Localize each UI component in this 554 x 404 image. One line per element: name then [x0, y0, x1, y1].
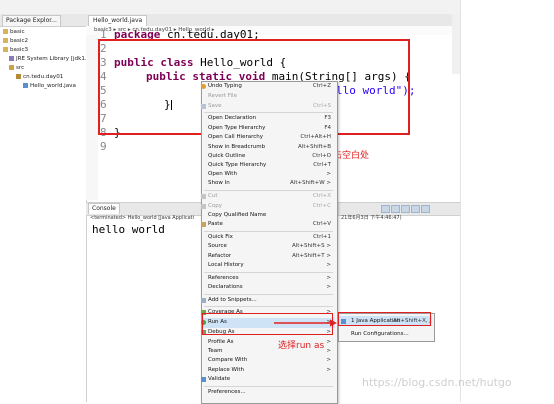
menu-item-paste[interactable]: Paste Ctrl+V — [201, 220, 335, 230]
console-tool-icon[interactable] — [421, 205, 430, 213]
save-icon — [201, 104, 206, 109]
watermark: https://blog.csdn.net/hutgo — [362, 376, 512, 389]
editor-tab[interactable]: Hello_world.java — [88, 15, 148, 26]
menu-separator — [204, 306, 333, 307]
menu-item-declarations[interactable]: Declarations > — [202, 283, 335, 293]
annotation-box-java-application — [338, 312, 431, 326]
menu-item-source[interactable]: Source Alt+Shift+S > — [202, 242, 335, 252]
java-file-icon — [23, 83, 28, 88]
menu-separator — [204, 190, 333, 191]
project-icon — [3, 38, 8, 43]
menu-item-add-to-snippets[interactable]: Add to Snippets... — [201, 296, 335, 306]
menu-item-show-in[interactable]: Show In Alt+Shift+W > — [202, 179, 335, 189]
tree-item-basic[interactable]: basic — [3, 28, 25, 37]
tree-item-package[interactable]: cn.tedu.day01 — [16, 73, 63, 82]
menu-separator — [204, 386, 333, 387]
tree-item-src[interactable]: src — [9, 64, 24, 73]
package-icon — [16, 74, 21, 79]
package-explorer-tab[interactable]: Package Explor... — [2, 15, 61, 26]
copy-icon — [201, 204, 206, 209]
menu-item-save[interactable]: Save Ctrl+S — [201, 102, 335, 112]
paste-icon — [201, 222, 206, 227]
menu-item-run-configurations[interactable]: Run Configurations... — [339, 330, 432, 340]
side-toolbar — [452, 14, 460, 74]
menu-item-validate[interactable]: Validate — [201, 375, 335, 385]
console-tab[interactable]: Console — [88, 203, 120, 214]
tree-item-java-file[interactable]: Hello_world.java — [23, 82, 76, 91]
console-tool-icon[interactable] — [391, 205, 400, 213]
tree-item-jre[interactable]: JRE System Library [jdk1.8 — [9, 55, 90, 64]
editor-gutter — [86, 35, 98, 200]
outline-panel — [460, 0, 554, 402]
menu-item-compare-with[interactable]: Compare With > — [202, 356, 335, 366]
menu-item-cut[interactable]: Cut Ctrl+X — [201, 192, 335, 202]
menu-separator — [204, 231, 333, 232]
folder-icon — [9, 65, 14, 70]
cut-icon — [201, 194, 206, 199]
menu-item-local-history[interactable]: Local History > — [202, 261, 335, 271]
project-icon — [3, 29, 8, 34]
project-icon — [3, 47, 8, 52]
console-tool-icon[interactable] — [381, 205, 390, 213]
tree-item-basic2[interactable]: basic2 — [3, 37, 28, 46]
menu-item-open-declaration[interactable]: Open Declaration F3 — [202, 114, 335, 124]
menu-item-revert-file[interactable]: Revert File — [202, 92, 335, 102]
tree-item-basic3[interactable]: basic3 — [3, 46, 28, 55]
menu-item-preferences[interactable]: Preferences... — [202, 388, 335, 398]
undo-icon — [201, 84, 206, 89]
library-icon — [9, 56, 14, 61]
console-tool-icon[interactable] — [411, 205, 420, 213]
menu-item-undo-typing[interactable]: Undo Typing Ctrl+Z — [201, 82, 335, 92]
menu-separator — [204, 112, 333, 113]
console-output: hello world — [92, 223, 165, 236]
menu-separator — [204, 272, 333, 273]
annotation-select-run-as: 选择run as — [278, 341, 325, 351]
annotation-arrow-icon — [274, 319, 337, 327]
check-icon — [201, 377, 206, 382]
console-tool-icon[interactable] — [401, 205, 410, 213]
snippet-icon — [201, 298, 206, 303]
line-number: 9 — [100, 140, 107, 153]
menu-item-open-call-hierarchy[interactable]: Open Call Hierarchy Ctrl+Alt+H — [202, 133, 335, 143]
menu-separator — [204, 294, 333, 295]
